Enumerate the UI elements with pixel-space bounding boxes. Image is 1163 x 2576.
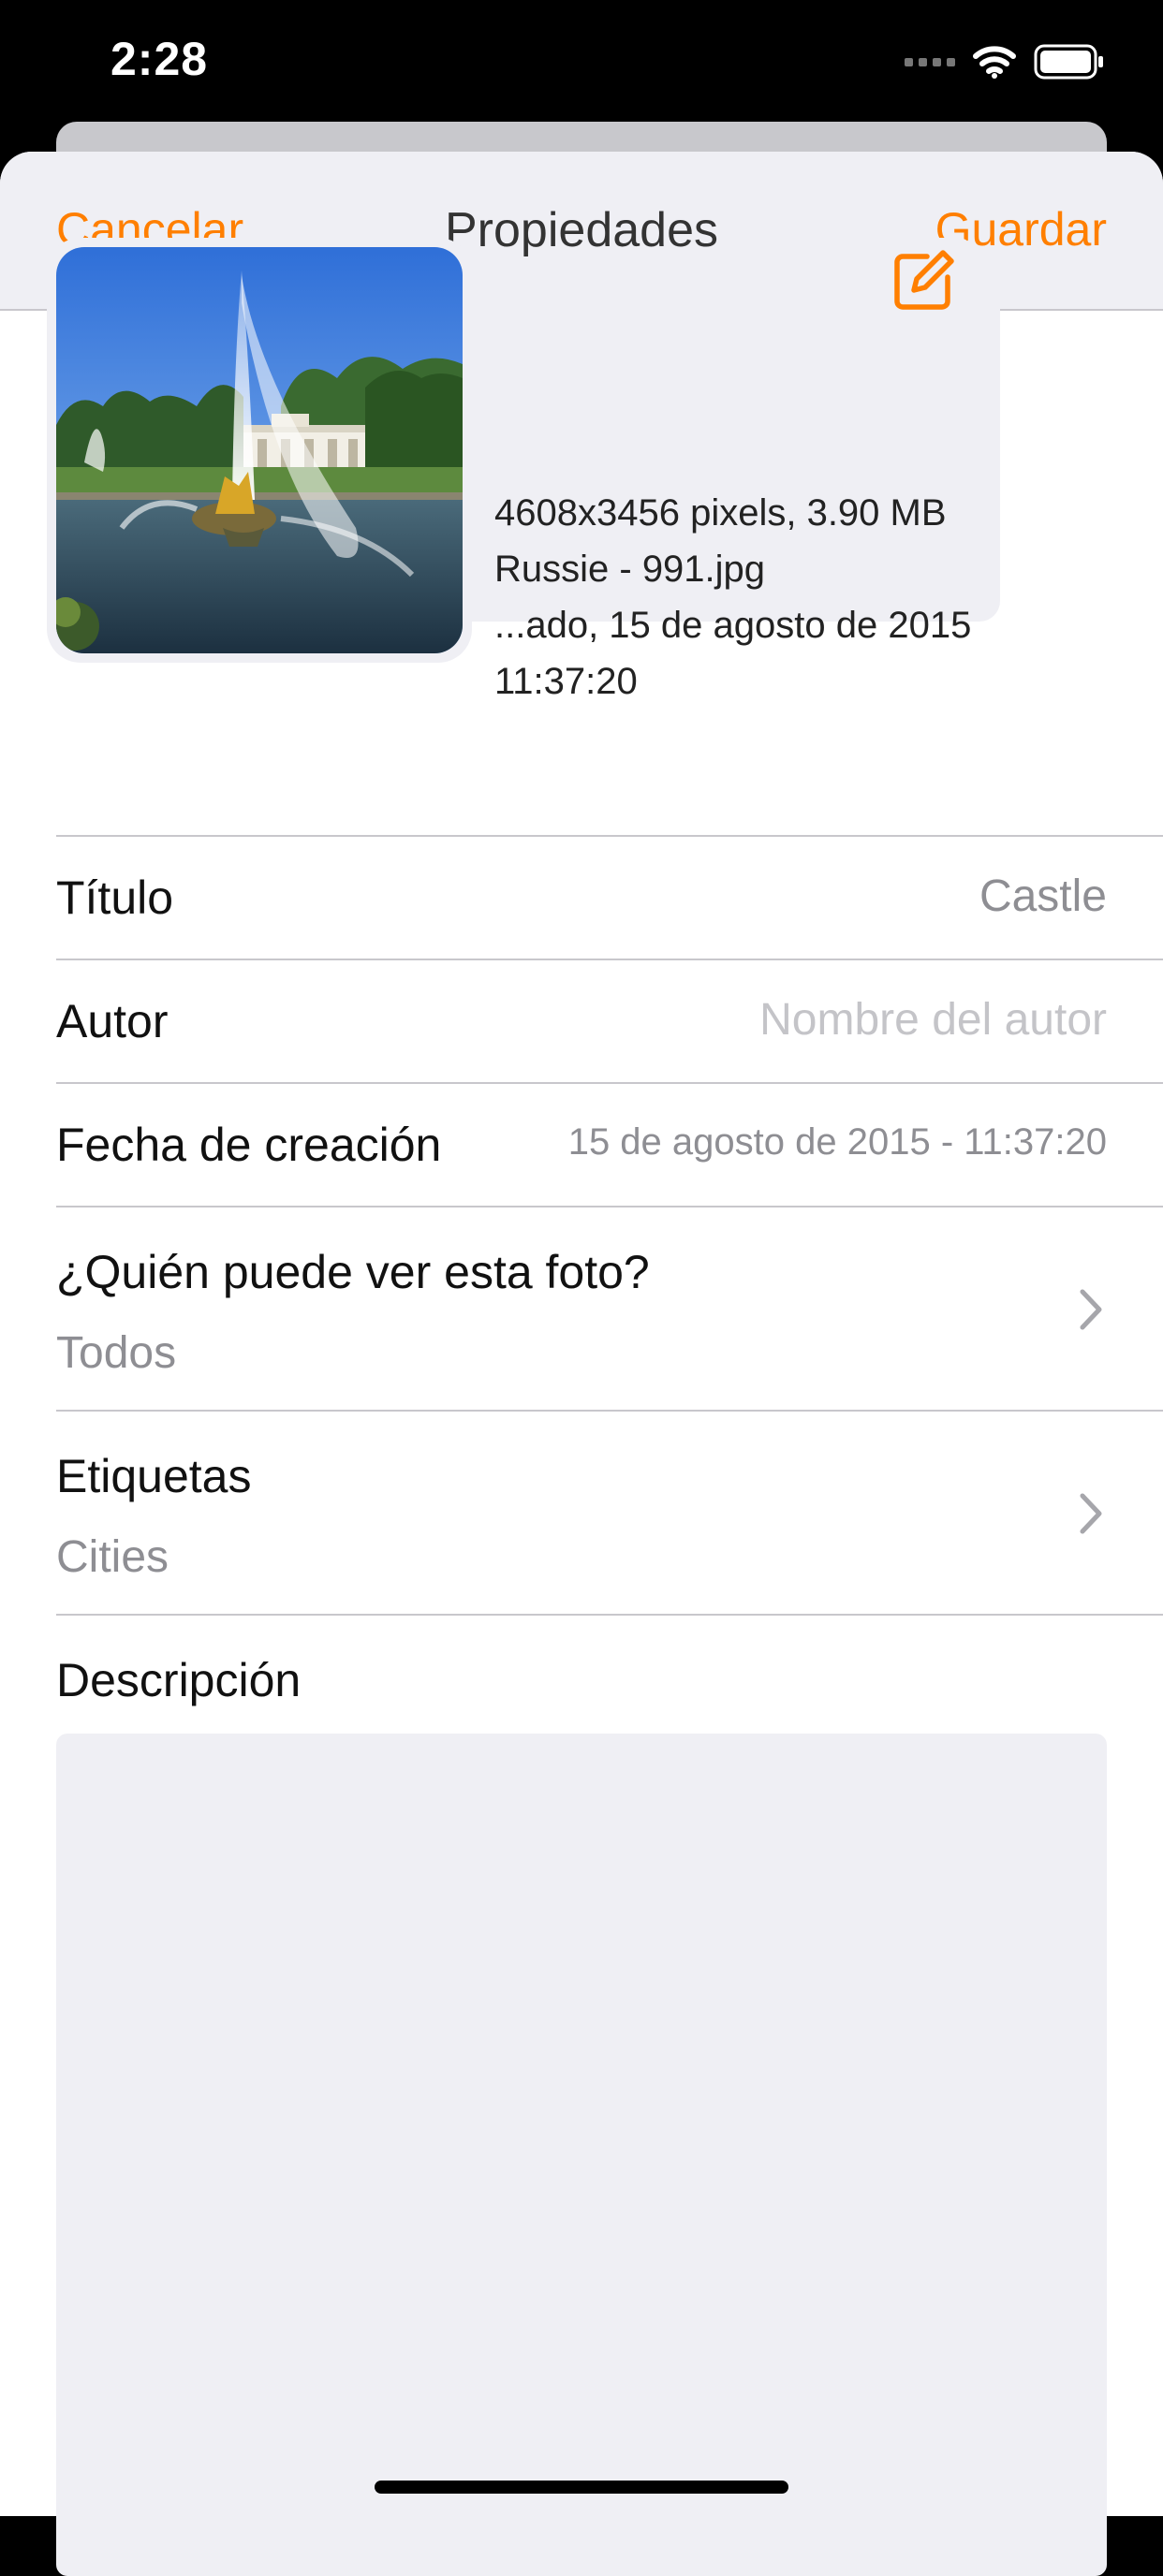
page-title: Propiedades <box>445 203 718 257</box>
author-field[interactable]: Nombre del autor <box>759 994 1107 1046</box>
tags-value: Cities <box>56 1532 169 1582</box>
privacy-label: ¿Quién puede ver esta foto? <box>56 1246 650 1298</box>
separator <box>56 835 1163 837</box>
status-bar: 2:28 <box>0 0 1163 140</box>
separator <box>56 1206 1163 1208</box>
status-icons <box>905 41 1105 82</box>
chevron-right-icon <box>1080 1289 1102 1330</box>
title-label: Título <box>56 871 174 924</box>
tags-label: Etiquetas <box>56 1450 252 1502</box>
photo-dimensions-size: 4608x3456 pixels, 3.90 MB <box>494 492 947 534</box>
privacy-value: Todos <box>56 1328 177 1378</box>
edit-photo-button[interactable] <box>873 238 972 324</box>
status-time: 2:28 <box>110 33 209 85</box>
separator <box>56 1410 1163 1412</box>
creation-date-label: Fecha de creación <box>56 1119 442 1171</box>
chevron-right-icon <box>1080 1493 1102 1534</box>
photo-time: 11:37:20 <box>494 661 638 702</box>
separator <box>56 1082 1163 1084</box>
signal-icon <box>905 57 955 66</box>
description-label: Descripción <box>56 1654 302 1706</box>
separator <box>56 1614 1163 1616</box>
home-indicator <box>375 2481 788 2494</box>
separator <box>56 959 1163 960</box>
battery-icon <box>1034 44 1103 80</box>
photo-thumbnail-frame <box>47 238 472 663</box>
photo-thumbnail[interactable] <box>56 247 463 653</box>
photo-date: ...ado, 15 de agosto de 2015 <box>494 605 972 646</box>
author-label: Autor <box>56 995 169 1047</box>
creation-date-field[interactable]: 15 de agosto de 2015 - 11:37:20 <box>568 1121 1107 1164</box>
title-field[interactable]: Castle <box>979 871 1107 922</box>
photo-filename: Russie - 991.jpg <box>494 549 766 590</box>
edit-square-icon <box>894 250 954 310</box>
wifi-icon <box>973 46 1016 79</box>
description-textarea[interactable] <box>56 1734 1107 2576</box>
fountain-photo <box>56 247 463 653</box>
